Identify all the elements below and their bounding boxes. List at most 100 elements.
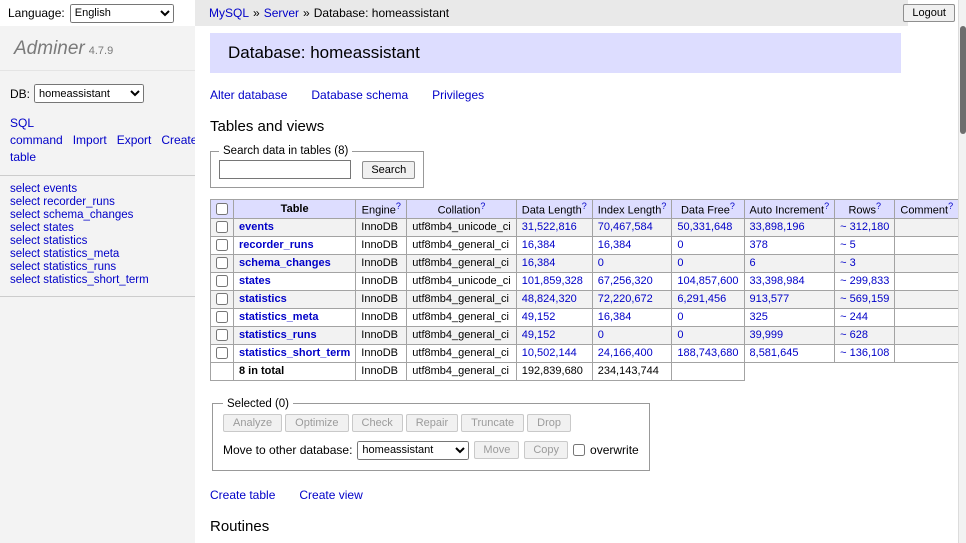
data-length-link[interactable]: 16,384 bbox=[522, 257, 556, 269]
data-free-link[interactable]: 0 bbox=[677, 257, 683, 269]
optimize-button[interactable]: Optimize bbox=[285, 414, 348, 432]
table-name-link[interactable]: statistics bbox=[239, 293, 287, 305]
index-length-link[interactable]: 16,384 bbox=[598, 239, 632, 251]
auto-increment-link[interactable]: 8,581,645 bbox=[750, 347, 799, 359]
select-table-link[interactable]: select bbox=[10, 261, 40, 273]
table-name-link[interactable]: statistics bbox=[43, 235, 87, 247]
help-link[interactable]: ? bbox=[876, 201, 881, 211]
truncate-button[interactable]: Truncate bbox=[461, 414, 524, 432]
rows-estimate-link[interactable]: ~ 569,159 bbox=[840, 293, 889, 305]
rows-estimate-link[interactable]: ~ 299,833 bbox=[840, 275, 889, 287]
data-free-link[interactable]: 0 bbox=[677, 329, 683, 341]
data-free-link[interactable]: 0 bbox=[677, 239, 683, 251]
data-length-link[interactable]: 10,502,144 bbox=[522, 347, 577, 359]
index-length-link[interactable]: 0 bbox=[598, 329, 604, 341]
select-table-link[interactable]: select bbox=[10, 196, 40, 208]
table-name-link[interactable]: states bbox=[43, 222, 74, 234]
data-length-link[interactable]: 49,152 bbox=[522, 329, 556, 341]
rows-estimate-link[interactable]: ~ 3 bbox=[840, 257, 856, 269]
row-checkbox[interactable] bbox=[216, 311, 228, 323]
table-name-link[interactable]: events bbox=[239, 221, 274, 233]
auto-increment-link[interactable]: 33,398,984 bbox=[750, 275, 805, 287]
table-name-link[interactable]: schema_changes bbox=[43, 209, 133, 221]
rows-estimate-link[interactable]: ~ 136,108 bbox=[840, 347, 889, 359]
select-table-link[interactable]: select bbox=[10, 209, 40, 221]
data-length-link[interactable]: 48,824,320 bbox=[522, 293, 577, 305]
create-link[interactable]: Create table bbox=[210, 488, 275, 502]
data-free-link[interactable]: 6,291,456 bbox=[677, 293, 726, 305]
select-table-link[interactable]: select bbox=[10, 222, 40, 234]
db-action-link[interactable]: Database schema bbox=[311, 88, 408, 102]
table-name-link[interactable]: statistics_short_term bbox=[239, 347, 350, 359]
table-name-link[interactable]: statistics_short_term bbox=[43, 274, 148, 286]
rows-estimate-link[interactable]: ~ 5 bbox=[840, 239, 856, 251]
logout-button[interactable]: Logout bbox=[903, 4, 955, 22]
search-input[interactable] bbox=[219, 160, 351, 179]
search-button[interactable]: Search bbox=[362, 161, 415, 179]
language-select[interactable]: English bbox=[70, 4, 174, 23]
table-name-link[interactable]: schema_changes bbox=[239, 257, 331, 269]
data-length-link[interactable]: 31,522,816 bbox=[522, 221, 577, 233]
help-link[interactable]: ? bbox=[948, 201, 953, 211]
data-length-link[interactable]: 16,384 bbox=[522, 239, 556, 251]
table-name-link[interactable]: states bbox=[239, 275, 271, 287]
db-action-link[interactable]: Privileges bbox=[432, 88, 484, 102]
index-length-link[interactable]: 70,467,584 bbox=[598, 221, 653, 233]
sidebar-action-link[interactable]: Import bbox=[73, 133, 107, 147]
select-all-checkbox[interactable] bbox=[216, 203, 228, 215]
table-name-link[interactable]: statistics_meta bbox=[43, 248, 119, 260]
rows-estimate-link[interactable]: ~ 312,180 bbox=[840, 221, 889, 233]
auto-increment-link[interactable]: 39,999 bbox=[750, 329, 784, 341]
sidebar-action-link[interactable]: SQL command bbox=[10, 116, 63, 147]
index-length-link[interactable]: 72,220,672 bbox=[598, 293, 653, 305]
analyze-button[interactable]: Analyze bbox=[223, 414, 282, 432]
move-button[interactable]: Move bbox=[474, 441, 519, 459]
check-button[interactable]: Check bbox=[352, 414, 403, 432]
scrollbar-thumb[interactable] bbox=[960, 26, 966, 134]
data-free-link[interactable]: 50,331,648 bbox=[677, 221, 732, 233]
auto-increment-link[interactable]: 33,898,196 bbox=[750, 221, 805, 233]
breadcrumb-mysql-link[interactable]: MySQL bbox=[209, 6, 249, 20]
select-table-link[interactable]: select bbox=[10, 274, 40, 286]
rows-estimate-link[interactable]: ~ 628 bbox=[840, 329, 868, 341]
table-name-link[interactable]: recorder_runs bbox=[239, 239, 314, 251]
table-name-link[interactable]: recorder_runs bbox=[43, 196, 115, 208]
table-name-link[interactable]: statistics_meta bbox=[239, 311, 319, 323]
db-action-link[interactable]: Alter database bbox=[210, 88, 287, 102]
select-table-link[interactable]: select bbox=[10, 183, 40, 195]
index-length-link[interactable]: 24,166,400 bbox=[598, 347, 653, 359]
help-link[interactable]: ? bbox=[480, 201, 485, 211]
help-link[interactable]: ? bbox=[730, 201, 735, 211]
data-length-link[interactable]: 49,152 bbox=[522, 311, 556, 323]
create-link[interactable]: Create view bbox=[299, 488, 362, 502]
data-length-link[interactable]: 101,859,328 bbox=[522, 275, 583, 287]
db-select[interactable]: homeassistant bbox=[34, 84, 144, 103]
auto-increment-link[interactable]: 325 bbox=[750, 311, 768, 323]
row-checkbox[interactable] bbox=[216, 293, 228, 305]
index-length-link[interactable]: 0 bbox=[598, 257, 604, 269]
help-link[interactable]: ? bbox=[661, 201, 666, 211]
table-name-link[interactable]: events bbox=[43, 183, 77, 195]
row-checkbox[interactable] bbox=[216, 239, 228, 251]
drop-button[interactable]: Drop bbox=[527, 414, 571, 432]
sidebar-action-link[interactable]: Export bbox=[117, 133, 152, 147]
row-checkbox[interactable] bbox=[216, 221, 228, 233]
data-free-link[interactable]: 188,743,680 bbox=[677, 347, 738, 359]
data-free-link[interactable]: 104,857,600 bbox=[677, 275, 738, 287]
auto-increment-link[interactable]: 378 bbox=[750, 239, 768, 251]
rows-estimate-link[interactable]: ~ 244 bbox=[840, 311, 868, 323]
select-table-link[interactable]: select bbox=[10, 248, 40, 260]
scrollbar[interactable] bbox=[958, 0, 966, 543]
move-db-select[interactable]: homeassistant bbox=[357, 441, 469, 460]
help-link[interactable]: ? bbox=[582, 201, 587, 211]
row-checkbox[interactable] bbox=[216, 275, 228, 287]
index-length-link[interactable]: 16,384 bbox=[598, 311, 632, 323]
select-table-link[interactable]: select bbox=[10, 235, 40, 247]
table-name-link[interactable]: statistics_runs bbox=[239, 329, 317, 341]
help-link[interactable]: ? bbox=[824, 201, 829, 211]
auto-increment-link[interactable]: 913,577 bbox=[750, 293, 790, 305]
row-checkbox[interactable] bbox=[216, 257, 228, 269]
help-link[interactable]: ? bbox=[396, 201, 401, 211]
repair-button[interactable]: Repair bbox=[406, 414, 458, 432]
index-length-link[interactable]: 67,256,320 bbox=[598, 275, 653, 287]
